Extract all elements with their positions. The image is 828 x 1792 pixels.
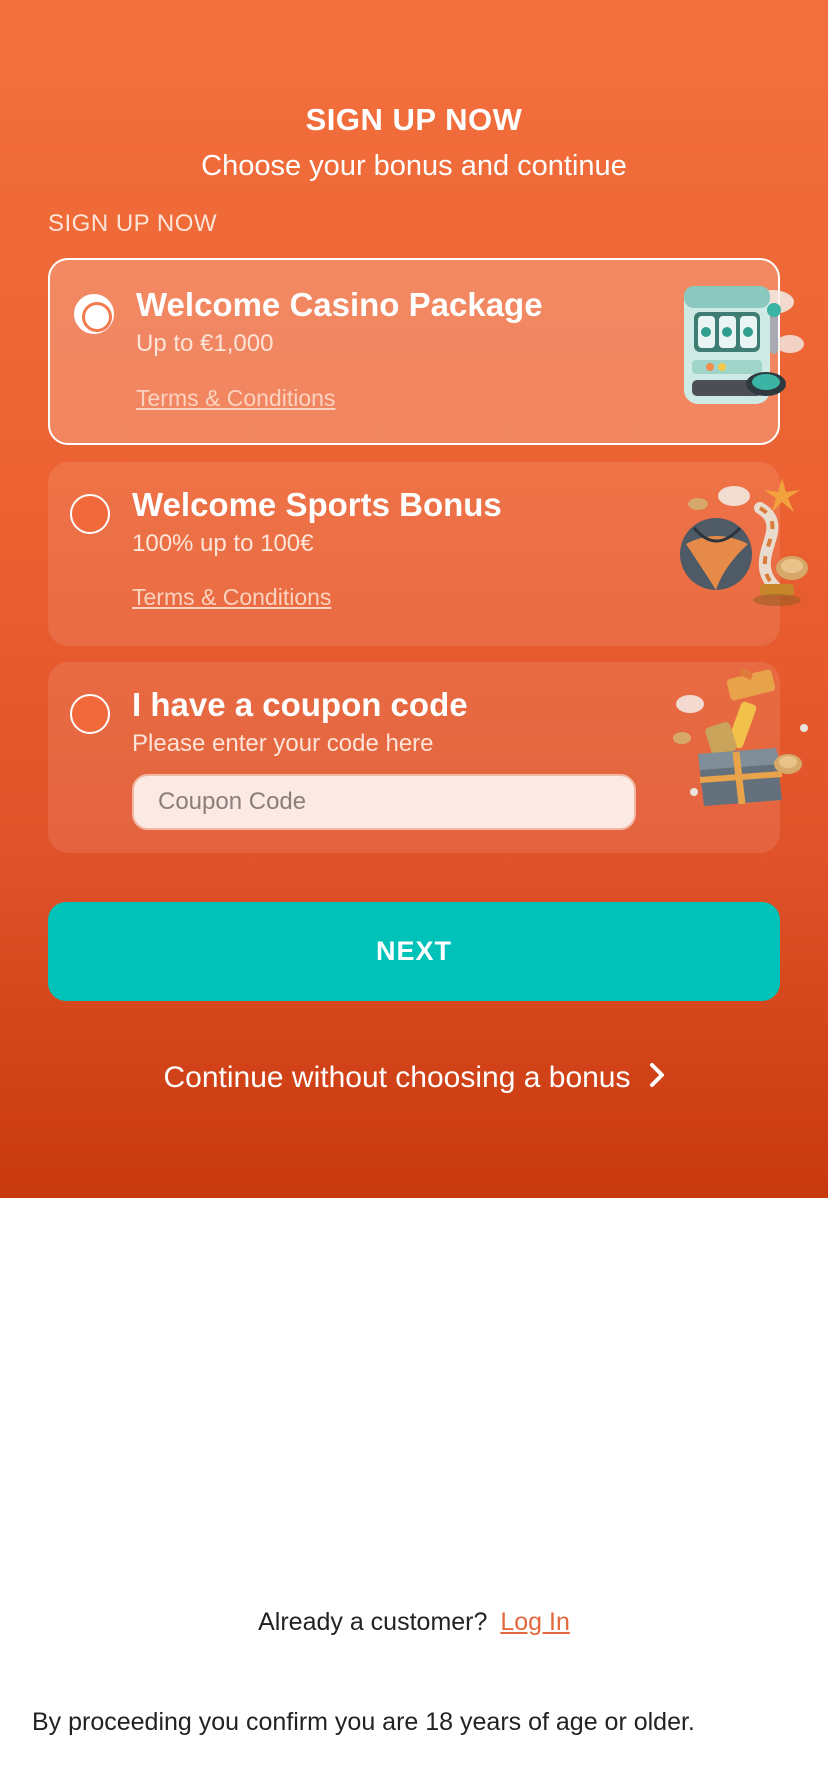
bonus-option-casino[interactable]: Welcome Casino Package Up to €1,000 Term… xyxy=(48,258,804,445)
radio-casino[interactable] xyxy=(74,294,114,334)
radio-sports[interactable] xyxy=(70,494,110,534)
terms-link-casino[interactable]: Terms & Conditions xyxy=(136,385,335,412)
bonus-subtitle-coupon: Please enter your code here xyxy=(132,730,434,757)
bonus-option-sports[interactable]: Welcome Sports Bonus 100% up to 100€ Ter… xyxy=(48,462,808,646)
age-confirmation-note: By proceeding you confirm you are 18 yea… xyxy=(32,1708,695,1736)
terms-link-sports[interactable]: Terms & Conditions xyxy=(132,584,331,611)
login-link[interactable]: Log In xyxy=(500,1608,570,1636)
next-button[interactable]: NEXT xyxy=(48,902,780,1001)
bonus-option-coupon[interactable]: I have a coupon code Please enter your c… xyxy=(48,662,808,853)
signup-hero: SIGN UP NOW Choose your bonus and contin… xyxy=(0,0,828,1198)
continue-without-bonus-link[interactable]: Continue without choosing a bonus xyxy=(0,1061,828,1096)
sports-ball-icon xyxy=(680,478,808,606)
login-row: Already a customer? Log In xyxy=(0,1608,828,1637)
bonus-title-sports: Welcome Sports Bonus xyxy=(132,486,502,523)
bonus-title-casino: Welcome Casino Package xyxy=(136,286,543,323)
customer-prompt: Already a customer? xyxy=(258,1608,488,1636)
slot-machine-icon xyxy=(684,286,804,404)
radio-coupon[interactable] xyxy=(70,694,110,734)
chevron-right-icon xyxy=(649,1062,665,1096)
section-label: SIGN UP NOW xyxy=(48,210,218,237)
page-subtitle: Choose your bonus and continue xyxy=(201,150,627,182)
bonus-subtitle-casino: Up to €1,000 xyxy=(136,330,274,357)
page-title: SIGN UP NOW xyxy=(305,102,523,137)
continue-label: Continue without choosing a bonus xyxy=(163,1061,631,1094)
bonus-subtitle-sports: 100% up to 100€ xyxy=(132,530,314,557)
gift-box-icon xyxy=(673,668,808,806)
coupon-code-input[interactable] xyxy=(132,774,636,830)
bonus-title-coupon: I have a coupon code xyxy=(132,686,468,723)
